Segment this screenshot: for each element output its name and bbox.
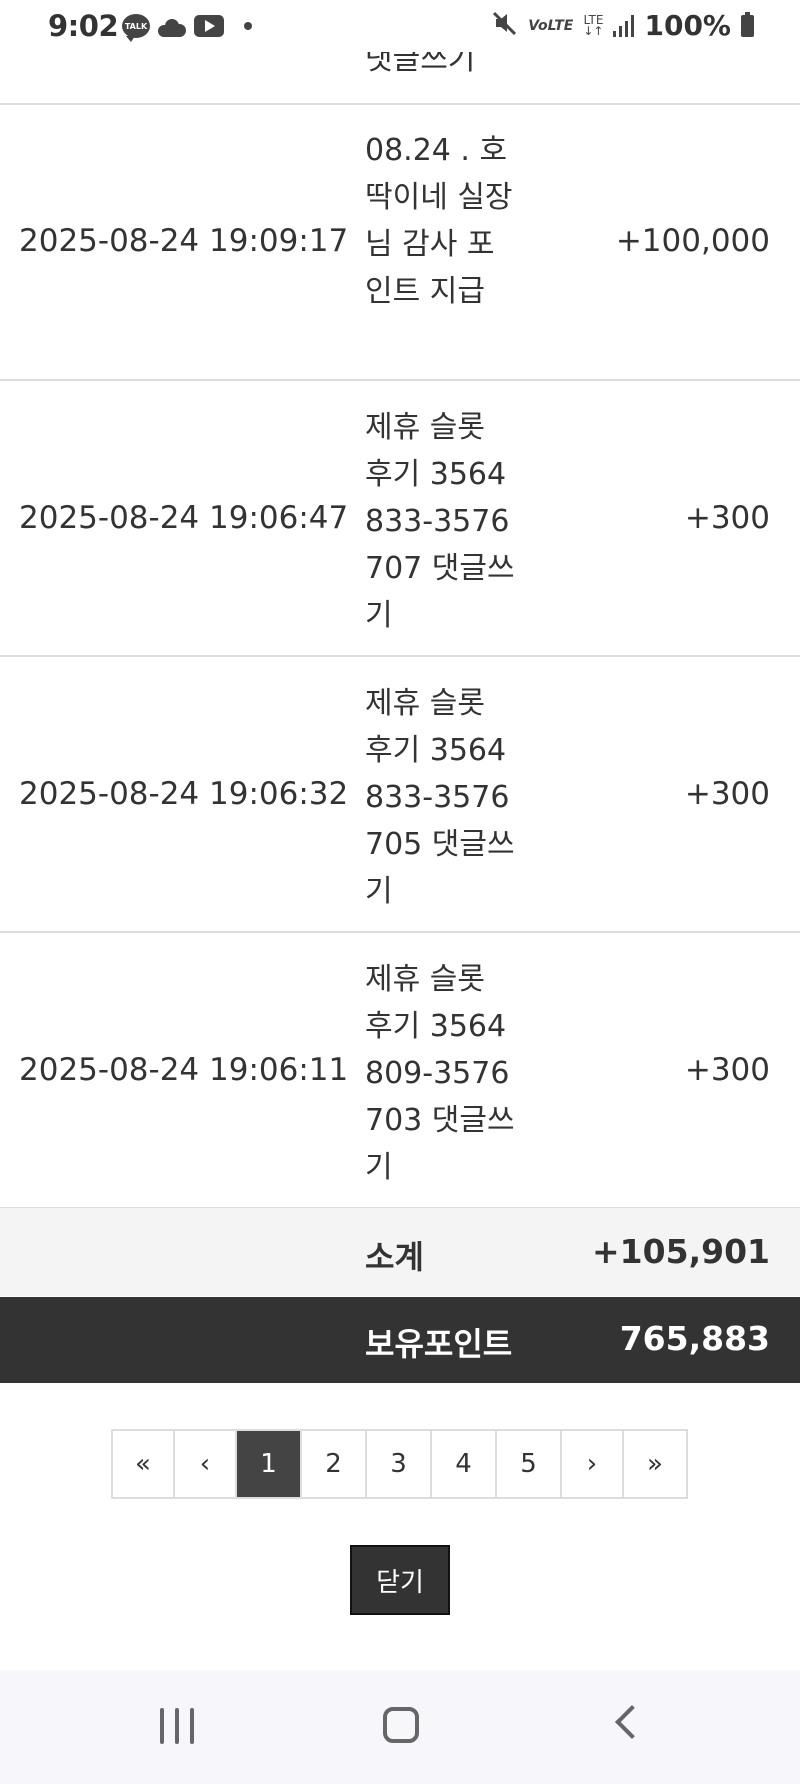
first-page-button[interactable]: « [113, 1431, 175, 1497]
home-icon[interactable] [383, 1707, 419, 1743]
signal-icon [613, 14, 635, 37]
page-button-2[interactable]: 2 [302, 1431, 367, 1497]
row-desc: 08.24 . 호딱이네 실장님 감사 포인트 지급 [365, 133, 513, 309]
row-desc: 제휴 슬롯 후기 3564833-3576705 댓글쓰기 [365, 686, 515, 909]
close-button[interactable]: 닫기 [350, 1545, 450, 1615]
mute-icon [492, 10, 518, 42]
pagination: « ‹ 1 2 3 4 5 › » [111, 1429, 688, 1499]
battery-percent: 100% [644, 9, 731, 42]
cloud-icon [158, 19, 186, 37]
row-date: 2025-08-24 19:06:32 [19, 776, 349, 812]
status-time: 9:02 [48, 9, 119, 43]
table-row: 2025-08-24 19:06:32 제휴 슬롯 후기 3564833-357… [0, 657, 800, 931]
page-button-1[interactable]: 1 [237, 1431, 302, 1497]
page-button-5[interactable]: 5 [497, 1431, 562, 1497]
lte-icon: LTE ↓↑ [583, 12, 604, 38]
subtotal-value: +105,901 [592, 1232, 770, 1271]
subtotal-row: 소계 +105,901 [0, 1208, 800, 1296]
back-icon[interactable] [615, 1705, 649, 1739]
row-date: 2025-08-24 19:06:47 [19, 500, 349, 536]
dot-icon [244, 22, 252, 30]
row-date: 2025-08-24 19:09:17 [19, 223, 349, 259]
table-row: 2025-08-24 19:06:11 제휴 슬롯 후기 3564809-357… [0, 933, 800, 1207]
page-button-3[interactable]: 3 [367, 1431, 432, 1497]
last-page-button[interactable]: » [624, 1431, 686, 1497]
subtotal-label: 소계 [365, 1238, 424, 1276]
next-page-button[interactable]: › [562, 1431, 624, 1497]
total-points-value: 765,883 [619, 1319, 770, 1358]
total-points-row: 보유포인트 765,883 [0, 1297, 800, 1383]
notification-icons: TALK [122, 14, 252, 42]
row-amount: +300 [684, 776, 770, 812]
page-button-4[interactable]: 4 [432, 1431, 497, 1497]
recent-apps-icon[interactable] [160, 1708, 194, 1744]
row-amount: +300 [684, 500, 770, 536]
youtube-icon [194, 15, 224, 37]
total-points-label: 보유포인트 [365, 1325, 513, 1363]
table-row: 2025-08-24 19:09:17 08.24 . 호딱이네 실장님 감사 … [0, 104, 800, 379]
battery-icon [741, 11, 754, 37]
row-amount: +300 [684, 1052, 770, 1088]
system-navigation-bar [0, 1670, 800, 1784]
kakaotalk-icon: TALK [122, 14, 150, 42]
row-date: 2025-08-24 19:06:11 [19, 1052, 349, 1088]
volte-icon: VoLTE [528, 17, 574, 34]
status-bar: 9:02 TALK VoLTE LTE ↓↑ 100% [0, 0, 800, 52]
row-desc: 제휴 슬롯 후기 3564833-3576707 댓글쓰기 [365, 410, 515, 633]
row-amount: +100,000 [615, 223, 770, 259]
row-desc: 제휴 슬롯 후기 3564809-3576703 댓글쓰기 [365, 962, 515, 1185]
prev-page-button[interactable]: ‹ [175, 1431, 237, 1497]
system-icons: VoLTE LTE ↓↑ 100% [492, 9, 754, 42]
table-row: 2025-08-24 19:06:47 제휴 슬롯 후기 3564833-357… [0, 381, 800, 655]
